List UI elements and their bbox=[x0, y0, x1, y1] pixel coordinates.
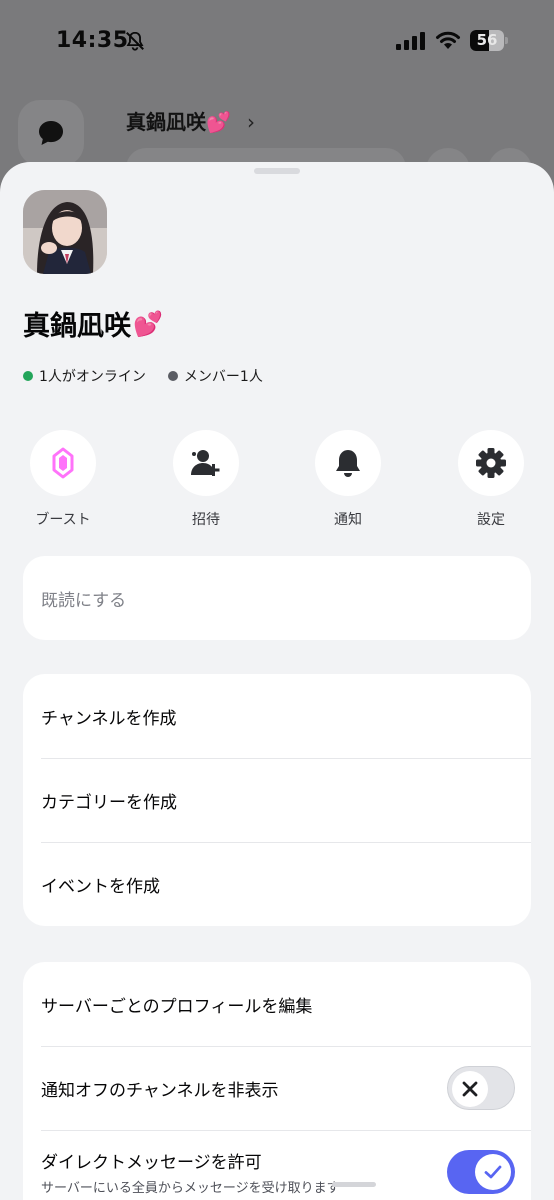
create-category-item[interactable]: カテゴリーを作成 bbox=[23, 758, 531, 842]
bg-direct-messages-button bbox=[18, 100, 84, 166]
allow-direct-messages-label: ダイレクトメッセージを許可 bbox=[41, 1153, 262, 1173]
allow-direct-messages-toggle[interactable] bbox=[447, 1150, 515, 1194]
allow-direct-messages-item[interactable]: ダイレクトメッセージを許可 サーバーにいる全員からメッセージを受け取ります bbox=[23, 1130, 531, 1200]
status-time: 14:35 bbox=[56, 28, 129, 53]
toggle-knob bbox=[452, 1071, 488, 1107]
mark-read-card: 既読にする bbox=[23, 556, 531, 640]
allow-direct-messages-description: サーバーにいる全員からメッセージを受け取ります bbox=[41, 1181, 340, 1196]
invite-label: 招待 bbox=[192, 512, 220, 528]
invite-action[interactable]: 招待 bbox=[156, 430, 256, 529]
notifications-button[interactable] bbox=[315, 430, 381, 496]
server-title: 真鍋凪咲 💕 bbox=[23, 304, 163, 343]
bg-server-name: 真鍋凪咲💕 bbox=[126, 110, 231, 134]
settings-label: 設定 bbox=[477, 512, 505, 528]
notifications-label: 通知 bbox=[334, 512, 362, 528]
gear-icon bbox=[476, 448, 506, 478]
invite-button[interactable] bbox=[173, 430, 239, 496]
server-name-text: 真鍋凪咲 bbox=[23, 311, 131, 342]
x-icon bbox=[462, 1081, 478, 1097]
chevron-right-icon: › bbox=[247, 110, 255, 134]
battery-indicator: 56 bbox=[470, 30, 508, 51]
member-count: メンバー1人 bbox=[183, 369, 263, 385]
toggle-knob bbox=[475, 1154, 511, 1190]
hide-muted-channels-label: 通知オフのチャンネルを非表示 bbox=[41, 1080, 279, 1101]
heart-emoji: 💕 bbox=[133, 309, 163, 338]
hide-muted-channels-toggle[interactable] bbox=[447, 1066, 515, 1110]
bell-off-icon bbox=[126, 31, 144, 51]
create-event-item[interactable]: イベントを作成 bbox=[23, 842, 531, 926]
wifi-icon bbox=[436, 31, 460, 49]
member-status-dot bbox=[167, 371, 178, 381]
boost-action[interactable]: ブースト bbox=[13, 430, 113, 529]
battery-percent: 56 bbox=[476, 31, 498, 49]
server-settings-card: サーバーごとのプロフィールを編集 通知オフのチャンネルを非表示 ダイレクトメッセ… bbox=[23, 962, 531, 1200]
sheet-grabber[interactable] bbox=[254, 168, 300, 174]
boost-gem-icon bbox=[52, 447, 74, 479]
check-icon bbox=[484, 1165, 502, 1179]
add-person-icon bbox=[191, 450, 220, 476]
settings-button[interactable] bbox=[458, 430, 524, 496]
settings-action[interactable]: 設定 bbox=[441, 430, 541, 529]
chat-bubble-icon bbox=[39, 121, 63, 145]
status-bar: 14:35 56 bbox=[0, 0, 554, 84]
create-channel-item[interactable]: チャンネルを作成 bbox=[23, 674, 531, 758]
mark-as-read-button[interactable]: 既読にする bbox=[23, 556, 531, 640]
server-stats: 1人がオンライン メンバー1人 bbox=[23, 366, 263, 386]
home-indicator bbox=[332, 1182, 376, 1187]
notifications-action[interactable]: 通知 bbox=[298, 430, 398, 529]
boost-button[interactable] bbox=[30, 430, 96, 496]
server-menu-sheet: 真鍋凪咲 💕 1人がオンライン メンバー1人 ブースト 招待 通知 設定 既読に… bbox=[0, 162, 554, 1200]
edit-server-profile-item[interactable]: サーバーごとのプロフィールを編集 bbox=[23, 962, 531, 1046]
boost-label: ブースト bbox=[35, 512, 91, 528]
create-menu-card: チャンネルを作成 カテゴリーを作成 イベントを作成 bbox=[23, 674, 531, 926]
online-status-dot bbox=[23, 371, 33, 381]
cellular-signal-icon bbox=[396, 32, 426, 50]
online-count: 1人がオンライン bbox=[39, 369, 146, 385]
bell-icon bbox=[336, 450, 360, 477]
hide-muted-channels-item[interactable]: 通知オフのチャンネルを非表示 bbox=[23, 1046, 531, 1130]
server-avatar bbox=[23, 190, 107, 274]
